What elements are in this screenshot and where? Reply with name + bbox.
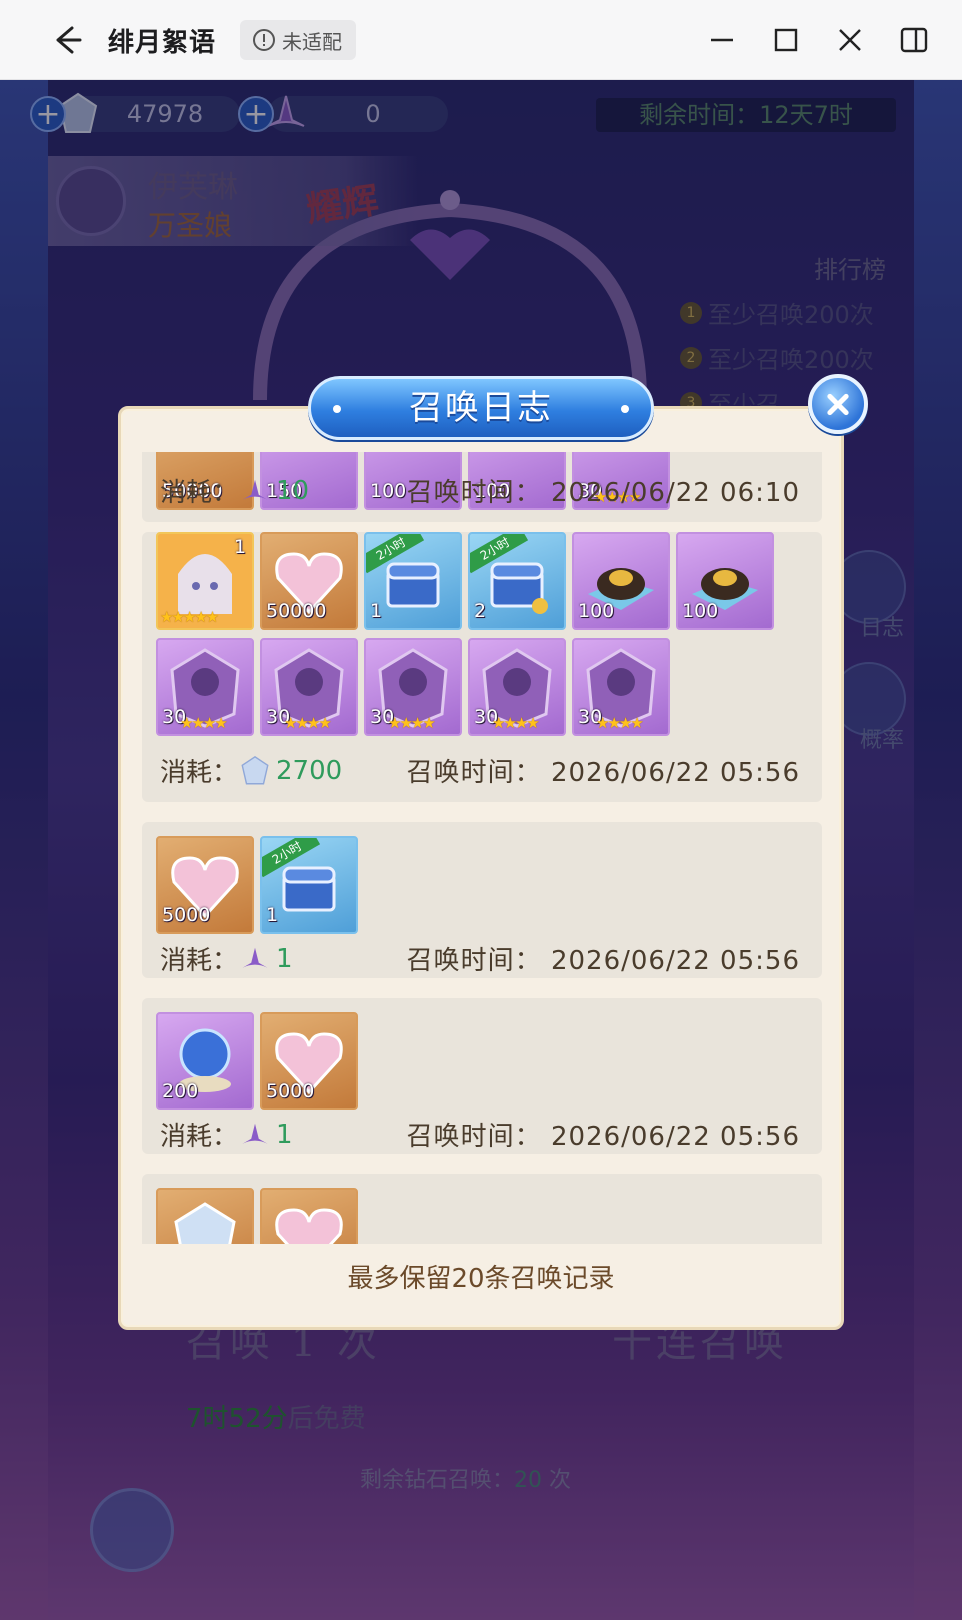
info-icon [253,29,275,51]
exp-item[interactable]: 50000 [260,532,358,630]
modal-title: 召唤日志 [409,388,553,428]
back-arrow-icon[interactable] [46,20,86,60]
chest-item[interactable]: 2小时 1 [260,836,358,934]
shard-item[interactable]: 30 ★★★★ [364,638,462,736]
log-entry: 5000 2小时 1 消耗： 1 召唤时间： 2026/06/22 05:56 [142,822,822,978]
close-modal-button[interactable] [808,374,868,434]
shard-item[interactable]: 30 ★★★★ [156,638,254,736]
star-rating: ★★★★ [180,714,228,732]
compat-badge: 未适配 [240,20,356,60]
gold-ore-item[interactable]: 100 [676,532,774,630]
entry-time: 召唤时间： 2026/06/22 06:10 [406,478,800,508]
shard-item[interactable]: 30 ★★★★ [260,638,358,736]
entry-cost: 消耗： 1 [160,943,293,977]
diamond-icon [241,755,269,784]
modal-title-bar: 召唤日志 [308,376,654,440]
compat-badge-label: 未适配 [282,29,342,54]
entry-cost: 消耗： 1 [160,1119,293,1153]
diamond-icon [174,1202,236,1244]
crystal-orb-item[interactable]: 200 [156,1012,254,1110]
character-card[interactable]: 1 ★★★★★ [156,532,254,630]
gold-ore-item[interactable]: 100 [572,532,670,630]
witch-hat-icon [242,947,268,968]
entry-time: 召唤时间： 2026/06/22 05:56 [406,1122,800,1152]
app-title: 绯月絮语 [108,28,217,58]
witch-hat-icon [242,479,268,500]
entry-time: 召唤时间： 2026/06/22 05:56 [406,946,800,976]
chest-item[interactable]: 2小时 2 [468,532,566,630]
exp-item[interactable]: 5000 [260,1012,358,1110]
diamond-item[interactable] [156,1188,254,1244]
shard-item[interactable]: 30 ★★★★ [468,638,566,736]
exp-heart-icon [275,1208,343,1244]
entry-cost: 消耗： 2700 [160,755,343,788]
exp-item[interactable] [260,1188,358,1244]
entry-cost: 消耗： 10 [160,475,310,509]
side-panel-icon[interactable] [894,20,934,60]
log-entry [142,1174,822,1244]
exp-item[interactable]: 5000 [156,836,254,934]
maximize-icon[interactable] [766,20,806,60]
star-rating: ★★★★ [388,714,436,732]
star-rating: ★★★★★ [160,608,219,626]
witch-hat-icon [242,1123,268,1144]
chest-item[interactable]: 2小时 1 [364,532,462,630]
close-window-icon[interactable] [830,20,870,60]
log-retention-note: 最多保留20条召唤记录 [347,1264,615,1294]
shard-item[interactable]: 30 ★★★★ [572,638,670,736]
entry-time: 召唤时间： 2026/06/22 05:56 [406,758,800,788]
log-entry: 50000 150 100 100 30 ★★★★ 消耗： 10 召唤时间： 20… [142,452,822,522]
minimize-icon[interactable] [702,20,742,60]
log-entry: 200 5000 消耗： 1 召唤时间： 2026/06/22 05:56 [142,998,822,1154]
star-rating: ★★★★ [492,714,540,732]
summon-log-list[interactable]: 50000 150 100 100 30 ★★★★ 消耗： 10 召唤时间： 20… [142,452,822,1244]
log-entry: 1 ★★★★★ 50000 2小时 1 2小时 2 100 100 30 ★★★★ [142,532,822,802]
star-rating: ★★★★ [596,714,644,732]
star-rating: ★★★★ [284,714,332,732]
window-titlebar: 绯月絮语 未适配 [0,0,962,80]
